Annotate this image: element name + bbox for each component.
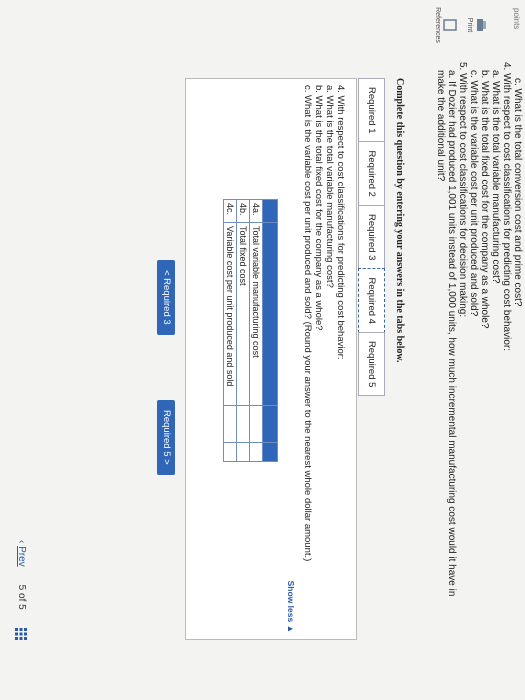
answer-panel: 4. With respect to cost classifications … <box>185 78 357 640</box>
page-position: 5 of 5 <box>16 584 27 610</box>
value-input[interactable] <box>223 405 237 443</box>
prev-required-button[interactable]: < Required 3 <box>157 260 175 335</box>
panel-line: 4. With respect to cost classifications … <box>335 85 346 360</box>
table-row: 4a. Total variable manufacturing cost <box>249 199 263 462</box>
row-label: 4b. <box>236 199 250 223</box>
instructions: Complete this question by entering your … <box>394 78 405 363</box>
print-label: Print <box>466 17 473 33</box>
q-line: c. What is the total conversion cost and… <box>512 78 523 307</box>
prev-link[interactable]: ‹ Prev <box>15 540 27 567</box>
table-row: 4b. Total fixed cost <box>236 199 250 462</box>
references-item[interactable]: References <box>434 6 457 44</box>
value-input-aux[interactable] <box>249 442 263 462</box>
q-line: a. What is the total variable manufactur… <box>490 70 501 284</box>
panel-line: a. What is the total variable manufactur… <box>324 85 335 288</box>
value-input[interactable] <box>249 405 263 443</box>
question-text: c. What is the total conversion cost and… <box>435 62 523 596</box>
q-line: a. If Dozier had produced 1,001 units in… <box>446 70 457 597</box>
q-line: make the additional unit? <box>435 70 446 182</box>
tab-required-2[interactable]: Required 2 <box>358 141 385 206</box>
tab-required-1[interactable]: Required 1 <box>358 78 385 143</box>
tab-required-4[interactable]: Required 4 <box>358 268 385 333</box>
tab-bar: Required 1 Required 2 Required 3 Require… <box>358 78 385 397</box>
header-points: points <box>512 8 521 30</box>
row-label: 4c. <box>223 199 237 223</box>
panel-line: c. What is the variable cost per unit pr… <box>302 85 313 562</box>
show-less-link[interactable]: Show less ▲ <box>286 581 296 633</box>
q-line: c. What is the variable cost per unit pr… <box>468 70 479 317</box>
grid-icon[interactable] <box>15 627 27 640</box>
value-input-aux[interactable] <box>236 442 250 462</box>
panel-line: b. What is the total fixed cost for the … <box>313 85 324 331</box>
answer-table: 4a. Total variable manufacturing cost 4b… <box>223 199 278 462</box>
print-item[interactable]: Print <box>466 8 487 42</box>
row-desc: Total variable manufacturing cost <box>249 222 263 406</box>
prev-label: Prev <box>16 546 27 567</box>
pager: ‹ Prev 5 of 5 <box>15 540 27 640</box>
q-line: 5. With respect to cost classifications … <box>457 62 468 318</box>
printer-icon <box>477 19 486 31</box>
book-icon <box>443 19 457 31</box>
next-required-button[interactable]: Required 5 > <box>157 400 175 475</box>
row-label: 4a. <box>249 199 263 223</box>
references-label: References <box>434 7 441 43</box>
rotated-page: points Print References c. What is the t… <box>0 0 525 700</box>
table-row: 4c. Variable cost per unit produced and … <box>223 199 237 462</box>
value-input[interactable] <box>236 405 250 443</box>
row-desc: Variable cost per unit produced and sold <box>223 222 237 406</box>
row-desc: Total fixed cost <box>236 222 250 406</box>
panel-question: 4. With respect to cost classifications … <box>302 85 346 561</box>
q-line: 4. With respect to cost classifications … <box>501 62 512 352</box>
tab-required-3[interactable]: Required 3 <box>358 204 385 270</box>
table-header-row <box>262 199 278 462</box>
tab-required-5[interactable]: Required 5 <box>358 331 385 397</box>
q-line: b. What is the total fixed cost for the … <box>479 70 490 329</box>
value-input-aux[interactable] <box>223 442 237 462</box>
